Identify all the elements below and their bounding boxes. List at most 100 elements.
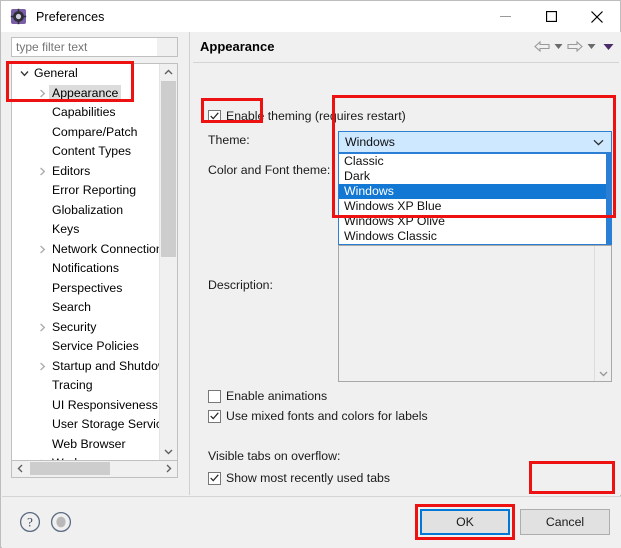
title-bar: Preferences xyxy=(1,1,620,32)
dropdown-option[interactable]: Dark xyxy=(339,169,611,184)
sidebar-item-notifications[interactable]: Notifications xyxy=(12,259,160,279)
dropdown-option[interactable]: Windows XP Olive xyxy=(339,214,611,229)
panel-header: Appearance xyxy=(190,32,621,62)
use-mixed-fonts-checkbox[interactable]: Use mixed fonts and colors for labels xyxy=(208,409,428,423)
chevron-right-icon[interactable] xyxy=(36,323,49,332)
sidebar-item-general[interactable]: General xyxy=(12,64,160,84)
sidebar-item-web-browser[interactable]: Web Browser xyxy=(12,435,160,455)
sidebar-item-search[interactable]: Search xyxy=(12,298,160,318)
sidebar-item-network-connections[interactable]: Network Connections xyxy=(12,240,160,260)
preferences-dialog: Preferences General Appearance Capabilitie… xyxy=(0,0,621,548)
sidebar-item-label: Tracing xyxy=(52,378,93,393)
dropdown-scrollbar[interactable] xyxy=(606,154,611,244)
dropdown-option[interactable]: Windows Classic xyxy=(339,229,611,244)
chevron-right-icon[interactable] xyxy=(36,245,49,254)
sidebar-item-label: Web Browser xyxy=(52,436,126,451)
gear-icon xyxy=(10,8,27,25)
scroll-left-icon[interactable] xyxy=(12,461,29,476)
back-menu-chevron-down-icon[interactable] xyxy=(554,43,563,50)
sidebar-item-startup-and-shutdown[interactable]: Startup and Shutdown xyxy=(12,357,160,377)
panel-nav-icons xyxy=(534,40,614,53)
sidebar-item-label: Compare/Patch xyxy=(52,124,138,139)
sidebar-item-label: Search xyxy=(52,300,91,315)
tree-horizontal-scrollbar[interactable] xyxy=(11,461,178,478)
checkbox-box[interactable] xyxy=(208,389,221,403)
sidebar-item-label: Error Reporting xyxy=(52,183,137,198)
show-mru-tabs-checkbox[interactable]: Show most recently used tabs xyxy=(208,471,390,485)
tree-rows: General Appearance Capabilities Compare/Pat… xyxy=(12,64,160,460)
sidebar-item-label: Perspectives xyxy=(52,280,123,295)
search-input[interactable] xyxy=(16,40,156,54)
sidebar-item-appearance[interactable]: Appearance xyxy=(12,84,160,104)
use-mixed-fonts-label: Use mixed fonts and colors for labels xyxy=(226,409,428,423)
scrollbar-thumb[interactable] xyxy=(161,81,176,257)
sidebar-item-label: Content Types xyxy=(52,144,132,159)
scroll-down-icon[interactable] xyxy=(595,365,611,381)
sidebar-item-label: Service Policies xyxy=(52,339,139,354)
back-arrow-icon[interactable] xyxy=(534,40,550,53)
sidebar: General Appearance Capabilities Compare/Pat… xyxy=(2,32,188,495)
scroll-down-icon[interactable] xyxy=(160,443,177,460)
sidebar-item-tracing[interactable]: Tracing xyxy=(12,376,160,396)
page-title: Appearance xyxy=(200,39,275,54)
chevron-right-icon[interactable] xyxy=(36,459,49,460)
scrollbar-thumb-horizontal[interactable] xyxy=(30,462,110,475)
forward-menu-chevron-down-icon[interactable] xyxy=(587,43,596,50)
checkbox-box[interactable] xyxy=(208,409,221,423)
dropdown-option[interactable]: Windows XP Blue xyxy=(339,199,611,214)
dropdown-option[interactable]: Windows xyxy=(339,184,611,199)
filter-clear-button[interactable] xyxy=(157,38,177,56)
maximize-icon[interactable] xyxy=(528,1,574,32)
panel-divider xyxy=(193,62,619,63)
chevron-down-icon[interactable] xyxy=(18,70,31,77)
enable-animations-checkbox[interactable]: Enable animations xyxy=(208,389,327,403)
sidebar-item-error-reporting[interactable]: Error Reporting xyxy=(12,181,160,201)
theme-dropdown-value: Windows xyxy=(345,135,395,149)
minimize-icon[interactable] xyxy=(482,1,528,32)
enable-theming-checkbox[interactable]: Enable theming (requires restart) xyxy=(208,109,406,123)
chevron-right-icon[interactable] xyxy=(36,167,49,176)
sidebar-item-editors[interactable]: Editors xyxy=(12,162,160,182)
help-icon[interactable]: ? xyxy=(19,511,41,536)
checkbox-box[interactable] xyxy=(208,109,221,123)
forward-arrow-icon[interactable] xyxy=(567,40,583,53)
tree-vertical-scrollbar[interactable] xyxy=(159,64,177,460)
sidebar-item-perspectives[interactable]: Perspectives xyxy=(12,279,160,299)
enable-animations-label: Enable animations xyxy=(226,389,328,403)
sidebar-item-content-types[interactable]: Content Types xyxy=(12,142,160,162)
dropdown-option[interactable]: Classic xyxy=(339,154,611,169)
sidebar-item-label: Globalization xyxy=(52,202,124,217)
sidebar-item-label: Network Connections xyxy=(52,241,160,256)
sidebar-item-security[interactable]: Security xyxy=(12,318,160,338)
ok-button[interactable]: OK xyxy=(420,509,510,535)
sidebar-item-compare-patch[interactable]: Compare/Patch xyxy=(12,123,160,143)
sidebar-item-keys[interactable]: Keys xyxy=(12,220,160,240)
description-textarea[interactable] xyxy=(338,245,612,382)
cancel-button[interactable]: Cancel xyxy=(520,509,610,535)
checkbox-box[interactable] xyxy=(208,471,221,485)
dialog-body: General Appearance Capabilities Compare/Pat… xyxy=(2,32,621,520)
chevron-down-icon[interactable] xyxy=(593,139,604,146)
sidebar-item-service-policies[interactable]: Service Policies xyxy=(12,337,160,357)
enable-theming-label: Enable theming (requires restart) xyxy=(226,109,406,123)
theme-dropdown[interactable]: Windows xyxy=(338,131,612,153)
close-icon[interactable] xyxy=(574,1,620,32)
sidebar-item-label: General xyxy=(34,66,78,81)
sidebar-item-label: Security xyxy=(52,319,97,334)
sidebar-item-ui-responsiveness-monitoring[interactable]: UI Responsiveness Monitoring xyxy=(12,396,160,416)
sidebar-item-workspace[interactable]: Workspace xyxy=(12,454,160,460)
view-menu-icon[interactable] xyxy=(603,43,614,51)
sidebar-item-globalization[interactable]: Globalization xyxy=(12,201,160,221)
chevron-right-icon[interactable] xyxy=(36,89,49,98)
svg-text:?: ? xyxy=(27,515,33,530)
apply-icon[interactable] xyxy=(50,511,72,536)
filter-box[interactable] xyxy=(11,37,178,57)
scroll-right-icon[interactable] xyxy=(160,461,177,476)
theme-dropdown-list[interactable]: Classic Dark Windows Windows XP Blue Windows… xyxy=(338,153,612,245)
scroll-up-icon[interactable] xyxy=(160,64,177,81)
description-scrollbar[interactable] xyxy=(594,246,611,381)
chevron-right-icon[interactable] xyxy=(36,362,49,371)
sidebar-item-user-storage-service[interactable]: User Storage Service xyxy=(12,415,160,435)
sidebar-item-capabilities[interactable]: Capabilities xyxy=(12,103,160,123)
preference-tree: General Appearance Capabilities Compare/Pat… xyxy=(11,63,178,461)
